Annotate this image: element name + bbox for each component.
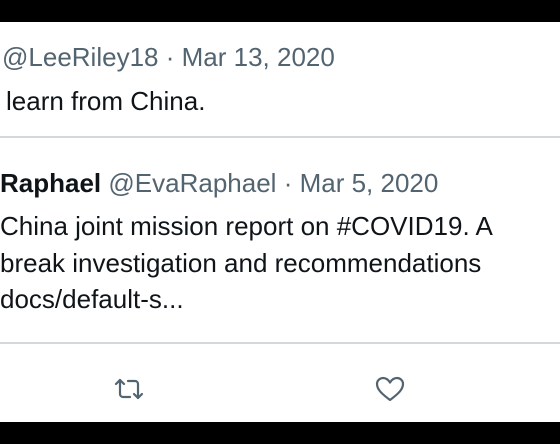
quoted-tweet-meta: Raphael @EvaRaphael · Mar 5, 2020	[0, 166, 438, 200]
tweet-meta: @LeeRiley18 · Mar 13, 2020	[2, 40, 335, 74]
tweet-card: @LeeRiley18 · Mar 13, 2020 learn from Ch…	[0, 22, 560, 422]
divider	[0, 136, 560, 138]
quoted-author-name[interactable]: Raphael	[0, 168, 101, 198]
meta-separator: ·	[283, 168, 293, 198]
quoted-author-handle[interactable]: @EvaRaphael	[108, 168, 276, 198]
quoted-tweet-date[interactable]: Mar 5, 2020	[300, 168, 439, 198]
quoted-tweet-text-line: China joint mission report on #COVID19. …	[0, 211, 493, 241]
quoted-tweet-text-line: break investigation and recommendations	[0, 248, 482, 278]
heart-icon[interactable]	[373, 372, 407, 406]
retweet-icon[interactable]	[112, 372, 146, 406]
tweet-text: learn from China.	[6, 86, 206, 116]
meta-separator: ·	[165, 42, 175, 72]
tweet-date[interactable]: Mar 13, 2020	[182, 42, 335, 72]
tweet-handle[interactable]: @LeeRiley18	[2, 42, 158, 72]
divider	[0, 342, 560, 344]
quoted-tweet-text-line: docs/default-s...	[0, 284, 184, 314]
